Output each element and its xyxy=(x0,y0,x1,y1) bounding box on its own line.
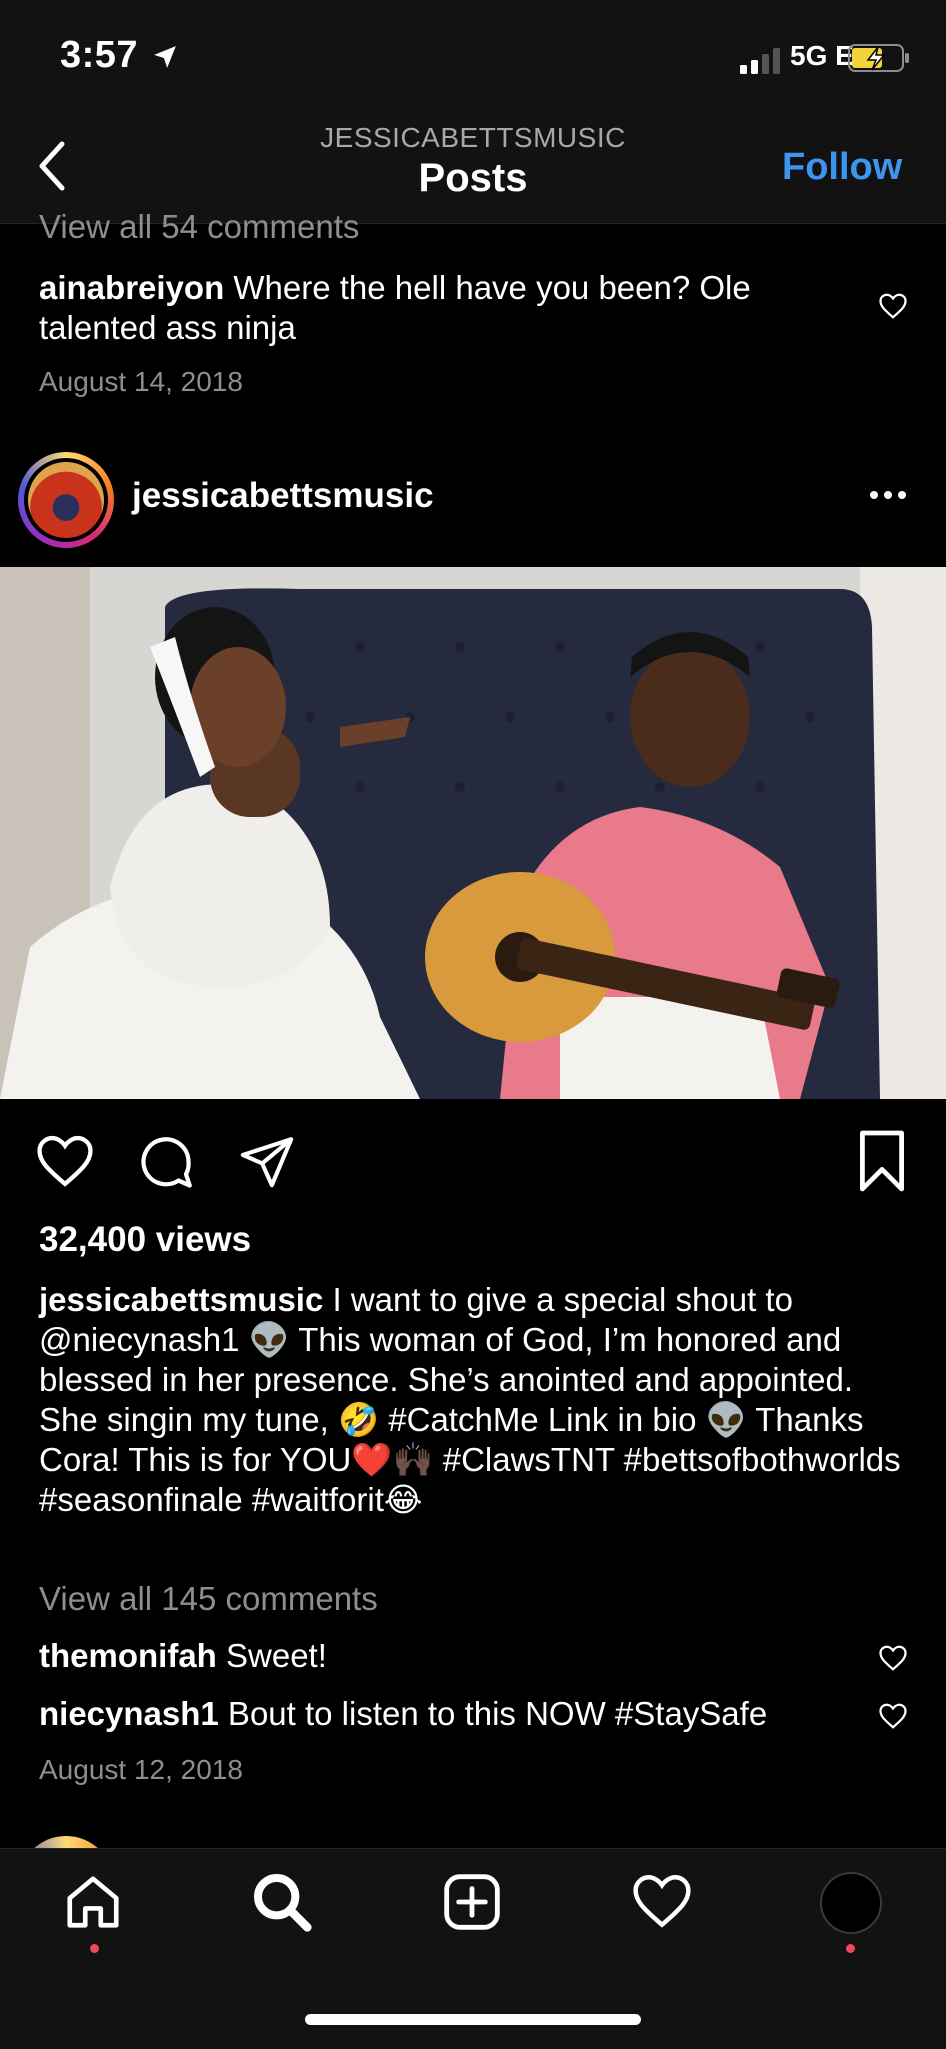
network-type: 5G E xyxy=(790,40,854,71)
comment-text: Bout to listen to this NOW #StaySafe xyxy=(218,1695,768,1732)
home-indicator[interactable] xyxy=(305,2014,641,2025)
comment-bubble-icon[interactable] xyxy=(136,1133,196,1193)
comment-username[interactable]: ainabreiyon xyxy=(39,269,224,306)
location-arrow-icon xyxy=(154,46,176,68)
comment-like-icon[interactable] xyxy=(878,292,908,320)
profile-notification-dot xyxy=(846,1944,855,1953)
comment-username[interactable]: themonifah xyxy=(39,1637,217,1674)
paper-plane-icon[interactable] xyxy=(236,1132,298,1190)
profile-avatar[interactable] xyxy=(820,1872,882,1934)
comment-username[interactable]: niecynash1 xyxy=(39,1695,219,1732)
more-dots-icon[interactable] xyxy=(868,488,908,502)
home-notification-dot xyxy=(90,1944,99,1953)
home-icon[interactable] xyxy=(62,1870,124,1934)
comment: ainabreiyon Where the hell have you been… xyxy=(39,268,839,348)
views-count[interactable]: 32,400 views xyxy=(39,1220,251,1260)
comment-text: Sweet! xyxy=(216,1637,327,1674)
add-post-icon[interactable] xyxy=(440,1870,504,1934)
search-icon[interactable] xyxy=(250,1870,314,1934)
follow-button[interactable]: Follow xyxy=(782,146,902,189)
signal-icon xyxy=(740,48,780,74)
comment-like-icon[interactable] xyxy=(878,1702,908,1730)
bookmark-icon[interactable] xyxy=(854,1130,910,1192)
status-time: 3:57 xyxy=(60,34,139,76)
comment-like-icon[interactable] xyxy=(878,1644,908,1672)
post-username[interactable]: jessicabettsmusic xyxy=(132,476,434,516)
heart-icon[interactable] xyxy=(34,1133,96,1189)
activity-heart-icon[interactable] xyxy=(630,1872,694,1930)
post-date: August 14, 2018 xyxy=(39,366,243,397)
view-all-comments-link[interactable]: View all 145 comments xyxy=(39,1580,378,1618)
post-caption: jessicabettsmusic I want to give a speci… xyxy=(39,1280,919,1520)
post-video[interactable] xyxy=(0,567,946,1099)
avatar[interactable] xyxy=(28,462,104,538)
comment: niecynash1 Bout to listen to this NOW #S… xyxy=(39,1694,879,1734)
battery-charging-icon xyxy=(848,44,909,72)
caption-username[interactable]: jessicabettsmusic xyxy=(39,1281,323,1318)
comment: themonifah Sweet! xyxy=(39,1636,859,1676)
post-date: August 12, 2018 xyxy=(39,1754,243,1785)
